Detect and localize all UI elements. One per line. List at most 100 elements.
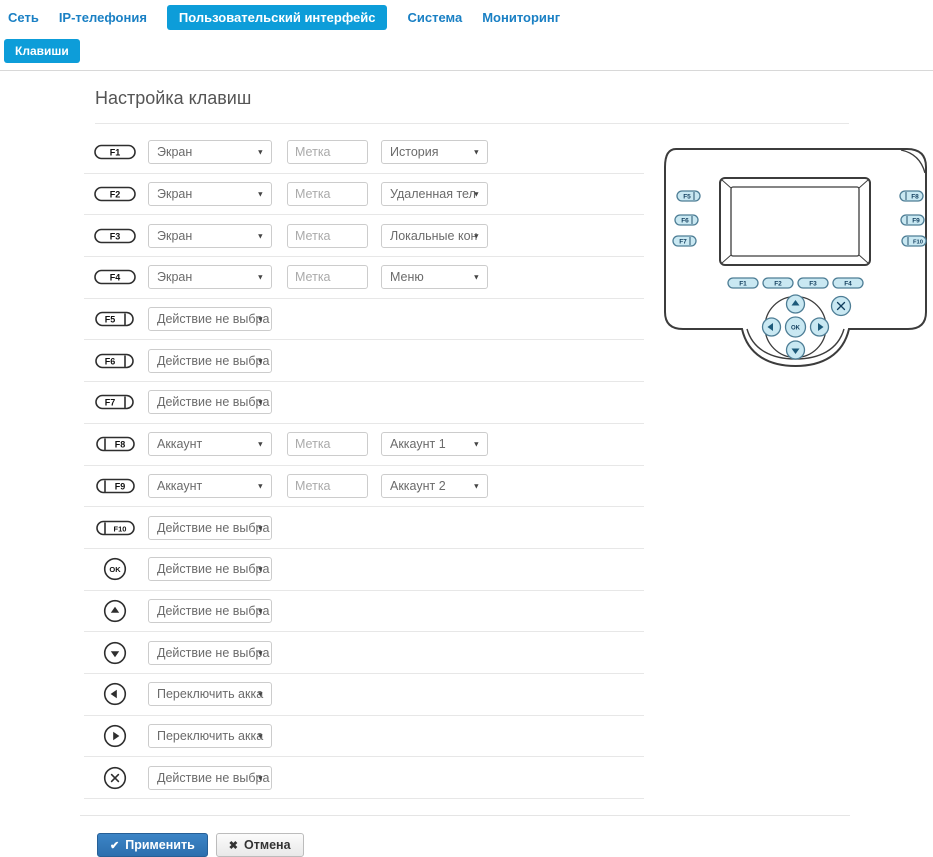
phone-key-f3: F3 [797,277,829,289]
svg-text:F3: F3 [110,231,121,241]
dropdown-caret-icon: ▼ [256,397,264,407]
key-action-select[interactable]: Аккаунт ▼ [148,432,272,457]
key-label-input[interactable] [287,223,368,248]
svg-text:F6: F6 [105,356,116,366]
apply-button[interactable]: ✔ Применить [97,833,208,857]
svg-text:F2: F2 [774,281,782,288]
key-row-right: Переключить акка ▼ [84,716,644,758]
svg-text:F9: F9 [912,218,920,225]
key-row-down: Действие не выбра ▼ [84,632,644,674]
key-label-input[interactable] [287,182,368,207]
dropdown-caret-icon: ▼ [472,272,480,282]
key-action-select[interactable]: Действие не выбра ▼ [148,390,272,415]
dropdown-caret-icon: ▼ [472,231,480,241]
page-title-block: Настройка клавиш [95,78,849,124]
key-action-select[interactable]: Действие не выбра ▼ [148,557,272,582]
dropdown-caret-icon: ▼ [472,439,480,449]
phone-screen-inner [730,186,860,257]
key-f7-icon: F7 [92,389,138,415]
tab-network[interactable]: Сеть [8,10,39,25]
key-row-f6: F6 Действие не выбра ▼ [84,340,644,383]
subtab-keys[interactable]: Клавиши [4,39,80,63]
key-f10-icon: F10 [92,515,138,541]
tab-user-interface[interactable]: Пользовательский интерфейс [166,5,388,30]
key-action-select[interactable]: Переключить акка ▼ [148,723,272,748]
form-buttons: ✔ Применить ✖ Отмена [97,833,850,857]
key-action-select[interactable]: Действие не выбра ▼ [148,640,272,665]
key-row-f9: F9 Аккаунт ▼ Аккаунт 2 ▼ [84,466,644,508]
sub-nav: Клавиши [4,39,933,63]
phone-key-cancel [830,295,852,317]
phone-key-up [785,294,806,314]
phone-key-right [809,317,830,337]
key-value-select[interactable]: Аккаунт 2 ▼ [381,473,488,498]
phone-key-f6: F6 [674,214,699,226]
key-value-select[interactable]: История ▼ [381,140,488,165]
key-label-input[interactable] [287,140,368,165]
key-action-select[interactable]: Аккаунт ▼ [148,473,272,498]
key-row-left: Переключить акка ▼ [84,674,644,716]
phone-key-down [785,340,806,360]
dropdown-caret-icon: ▼ [256,147,264,157]
page-title: Настройка клавиш [95,88,252,108]
dropdown-caret-icon: ▼ [256,231,264,241]
key-row-f10: F10 Действие не выбра ▼ [84,507,644,549]
tab-monitoring[interactable]: Мониторинг [482,10,560,25]
key-rows: F1 Экран ▼ История ▼ F2 Экран ▼ Удаленна… [84,132,644,799]
key-down-icon [92,640,138,666]
key-action-select[interactable]: Действие не выбра ▼ [148,598,272,623]
key-value-select[interactable]: Удаленная тел ▼ [381,182,488,207]
dropdown-caret-icon: ▼ [256,272,264,282]
key-x-icon [92,765,138,791]
key-label-input[interactable] [287,265,368,290]
dropdown-caret-icon: ▼ [256,773,264,783]
key-action-select[interactable]: Действие не выбра ▼ [148,515,272,540]
phone-key-f10: F10 [901,235,927,247]
key-action-select[interactable]: Действие не выбра ▼ [148,307,272,332]
dropdown-caret-icon: ▼ [472,147,480,157]
dropdown-caret-icon: ▼ [256,731,264,741]
dropdown-caret-icon: ▼ [256,189,264,199]
key-action-select[interactable]: Действие не выбра ▼ [148,765,272,790]
dropdown-caret-icon: ▼ [472,481,480,491]
key-action-select[interactable]: Экран ▼ [148,265,272,290]
key-action-select[interactable]: Экран ▼ [148,140,272,165]
key-f8-icon: F8 [92,431,138,457]
key-right-icon [92,723,138,749]
key-value-select[interactable]: Аккаунт 1 ▼ [381,432,488,457]
key-row-ok: OK Действие не выбра ▼ [84,549,644,591]
key-value-select[interactable]: Меню ▼ [381,265,488,290]
svg-text:F7: F7 [105,398,116,408]
key-action-select[interactable]: Переключить акка ▼ [148,682,272,707]
phone-key-f9: F9 [900,214,925,226]
main-nav: Сеть IP-телефония Пользовательский интер… [0,0,933,30]
phone-key-f5: F5 [676,190,701,202]
tab-ip-telephony[interactable]: IP-телефония [59,10,147,25]
tab-system[interactable]: Система [407,10,462,25]
key-action-select[interactable]: Действие не выбра ▼ [148,348,272,373]
dropdown-caret-icon: ▼ [256,689,264,699]
key-left-icon [92,681,138,707]
key-action-select[interactable]: Экран ▼ [148,182,272,207]
svg-text:F8: F8 [911,194,919,201]
key-f2-icon: F2 [92,181,138,207]
svg-text:OK: OK [791,325,801,331]
dropdown-caret-icon: ▼ [472,189,480,199]
svg-text:F2: F2 [110,190,121,200]
dropdown-caret-icon: ▼ [256,648,264,658]
svg-text:F1: F1 [110,148,121,158]
key-action-select[interactable]: Экран ▼ [148,223,272,248]
svg-text:OK: OK [109,565,121,574]
svg-text:F10: F10 [913,239,923,245]
key-f1-icon: F1 [92,139,138,165]
dropdown-caret-icon: ▼ [256,564,264,574]
key-row-f4: F4 Экран ▼ Меню ▼ [84,257,644,299]
key-label-input[interactable] [287,432,368,457]
key-value-select[interactable]: Локальные кон ▼ [381,223,488,248]
key-label-input[interactable] [287,473,368,498]
cancel-button[interactable]: ✖ Отмена [215,833,304,857]
svg-text:F9: F9 [115,481,126,491]
dropdown-caret-icon: ▼ [256,439,264,449]
svg-text:F10: F10 [114,524,127,533]
key-row-f5: F5 Действие не выбра ▼ [84,299,644,341]
